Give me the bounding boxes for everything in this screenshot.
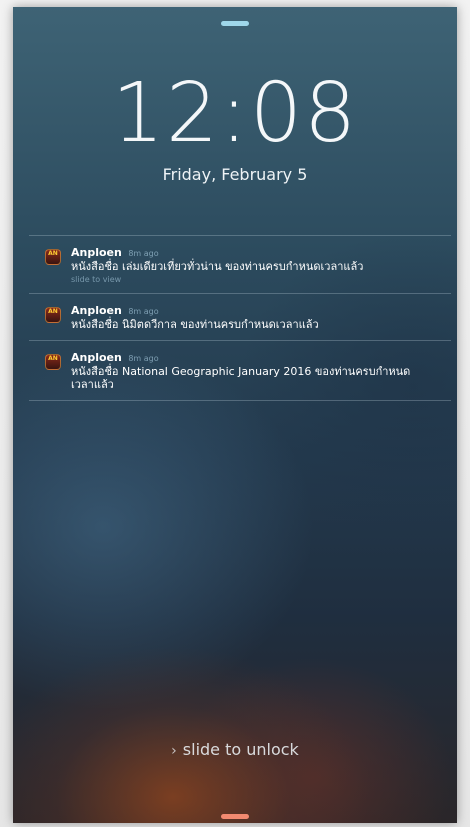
control-center-grabber[interactable] [221, 21, 249, 26]
notification-message: หนังสือชื่อ เล่มเดียวเที่ยวทั่วน่าน ของท… [71, 260, 364, 273]
lock-screen[interactable]: 12:08 Friday, February 5 AN Anploen 8m a… [13, 7, 457, 823]
lock-clock: 12:08 [111, 66, 359, 161]
notification-header: Anploen 8m ago [71, 304, 451, 318]
slide-to-unlock-label: slide to unlock [182, 740, 299, 759]
notification-message: หนังสือชื่อ นิมิตดวีกาล ของท่านครบกำหนดเ… [71, 318, 319, 331]
slide-to-unlock[interactable]: › slide to unlock [13, 740, 457, 759]
notification-app-name: Anploen [71, 351, 122, 364]
anploen-app-icon: AN [45, 354, 61, 370]
camera-grabber[interactable] [221, 814, 249, 819]
notification-app-name: Anploen [71, 246, 122, 259]
notification-item[interactable]: AN Anploen 8m ago หนังสือชื่อ นิมิตดวีกา… [29, 294, 451, 340]
notification-message: หนังสือชื่อ National Geographic January … [71, 365, 411, 391]
slide-to-view-hint: slide to view [71, 275, 122, 284]
anploen-app-icon: AN [45, 249, 61, 265]
chevron-right-icon: › [171, 743, 177, 759]
device-frame: 12:08 Friday, February 5 AN Anploen 8m a… [0, 0, 470, 827]
notification-list: AN Anploen 8m ago หนังสือชื่อ เล่มเดียวเ… [29, 235, 451, 401]
notification-app-name: Anploen [71, 304, 122, 317]
notification-header: Anploen 8m ago [71, 351, 451, 365]
notification-time: 8m ago [128, 249, 159, 258]
notification-time: 8m ago [128, 307, 159, 316]
notification-item[interactable]: AN Anploen 8m ago หนังสือชื่อ เล่มเดียวเ… [29, 236, 451, 293]
notification-header: Anploen 8m ago [71, 246, 451, 260]
lock-date: Friday, February 5 [162, 165, 308, 184]
divider [29, 400, 451, 401]
anploen-app-icon: AN [45, 307, 61, 323]
notification-time: 8m ago [128, 354, 159, 363]
notification-item[interactable]: AN Anploen 8m ago หนังสือชื่อ National G… [29, 341, 451, 400]
